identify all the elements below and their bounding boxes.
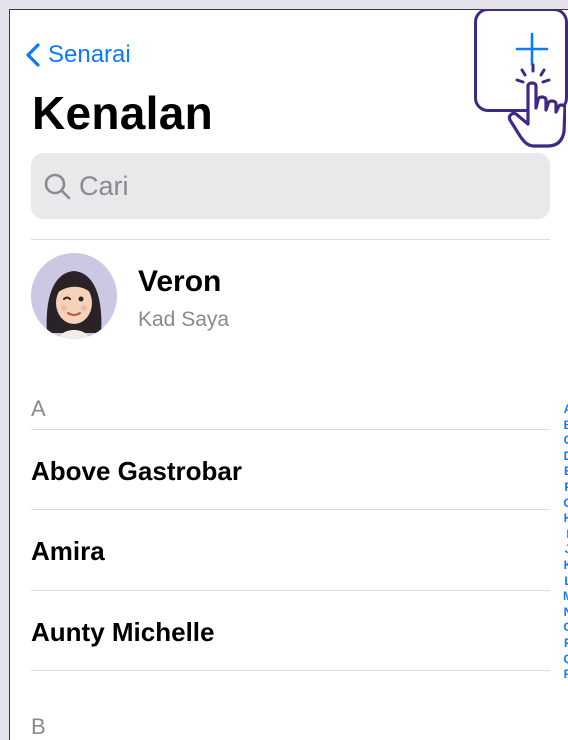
search-icon: [44, 173, 71, 200]
index-letter[interactable]: D: [564, 449, 568, 465]
index-letter[interactable]: K: [564, 558, 568, 574]
index-letter[interactable]: G: [563, 496, 568, 512]
index-letter[interactable]: Q: [563, 652, 568, 668]
alphabet-index[interactable]: A B C D E F G H I J K L M N O P Q R: [559, 402, 568, 683]
my-card[interactable]: Veron Kad Saya: [31, 253, 531, 341]
contact-row[interactable]: Amira: [31, 511, 531, 589]
index-letter[interactable]: P: [564, 636, 568, 652]
tap-hand-icon: [507, 63, 566, 148]
index-letter[interactable]: R: [564, 667, 568, 683]
chevron-left-icon: [26, 43, 40, 67]
contact-name: Above Gastrobar: [31, 456, 242, 486]
back-button[interactable]: Senarai: [26, 38, 131, 72]
divider: [31, 429, 550, 430]
divider: [31, 509, 550, 510]
index-letter[interactable]: M: [563, 589, 568, 605]
index-letter[interactable]: N: [564, 605, 568, 621]
contact-name: Amira: [31, 536, 105, 566]
index-letter[interactable]: C: [564, 433, 568, 449]
divider: [31, 670, 550, 671]
index-letter[interactable]: O: [563, 620, 568, 636]
search-field[interactable]: Cari: [31, 153, 550, 219]
section-header-b: B: [31, 714, 46, 739]
back-label: Senarai: [48, 41, 131, 68]
divider: [31, 239, 550, 240]
avatar: [31, 253, 117, 339]
page-title: Kenalan: [32, 87, 214, 139]
contact-row[interactable]: Aunty Michelle: [31, 592, 531, 670]
section-header-a: A: [31, 396, 46, 421]
contact-name: Aunty Michelle: [31, 617, 215, 647]
index-letter[interactable]: B: [564, 418, 568, 434]
contacts-screen: Senarai Kenalan Cari Veron Kad Saya A Ab…: [9, 9, 568, 740]
index-letter[interactable]: J: [565, 542, 568, 558]
index-letter[interactable]: H: [564, 511, 568, 527]
search-placeholder: Cari: [79, 170, 129, 201]
index-letter[interactable]: A: [564, 402, 568, 418]
divider: [31, 590, 550, 591]
contact-row[interactable]: Above Gastrobar: [31, 431, 531, 509]
index-letter[interactable]: F: [564, 480, 568, 496]
index-letter[interactable]: L: [564, 574, 568, 590]
index-letter[interactable]: E: [564, 464, 568, 480]
memoji-avatar-icon: [31, 253, 117, 339]
my-card-name: Veron: [138, 265, 222, 298]
my-card-subtitle: Kad Saya: [138, 308, 230, 331]
